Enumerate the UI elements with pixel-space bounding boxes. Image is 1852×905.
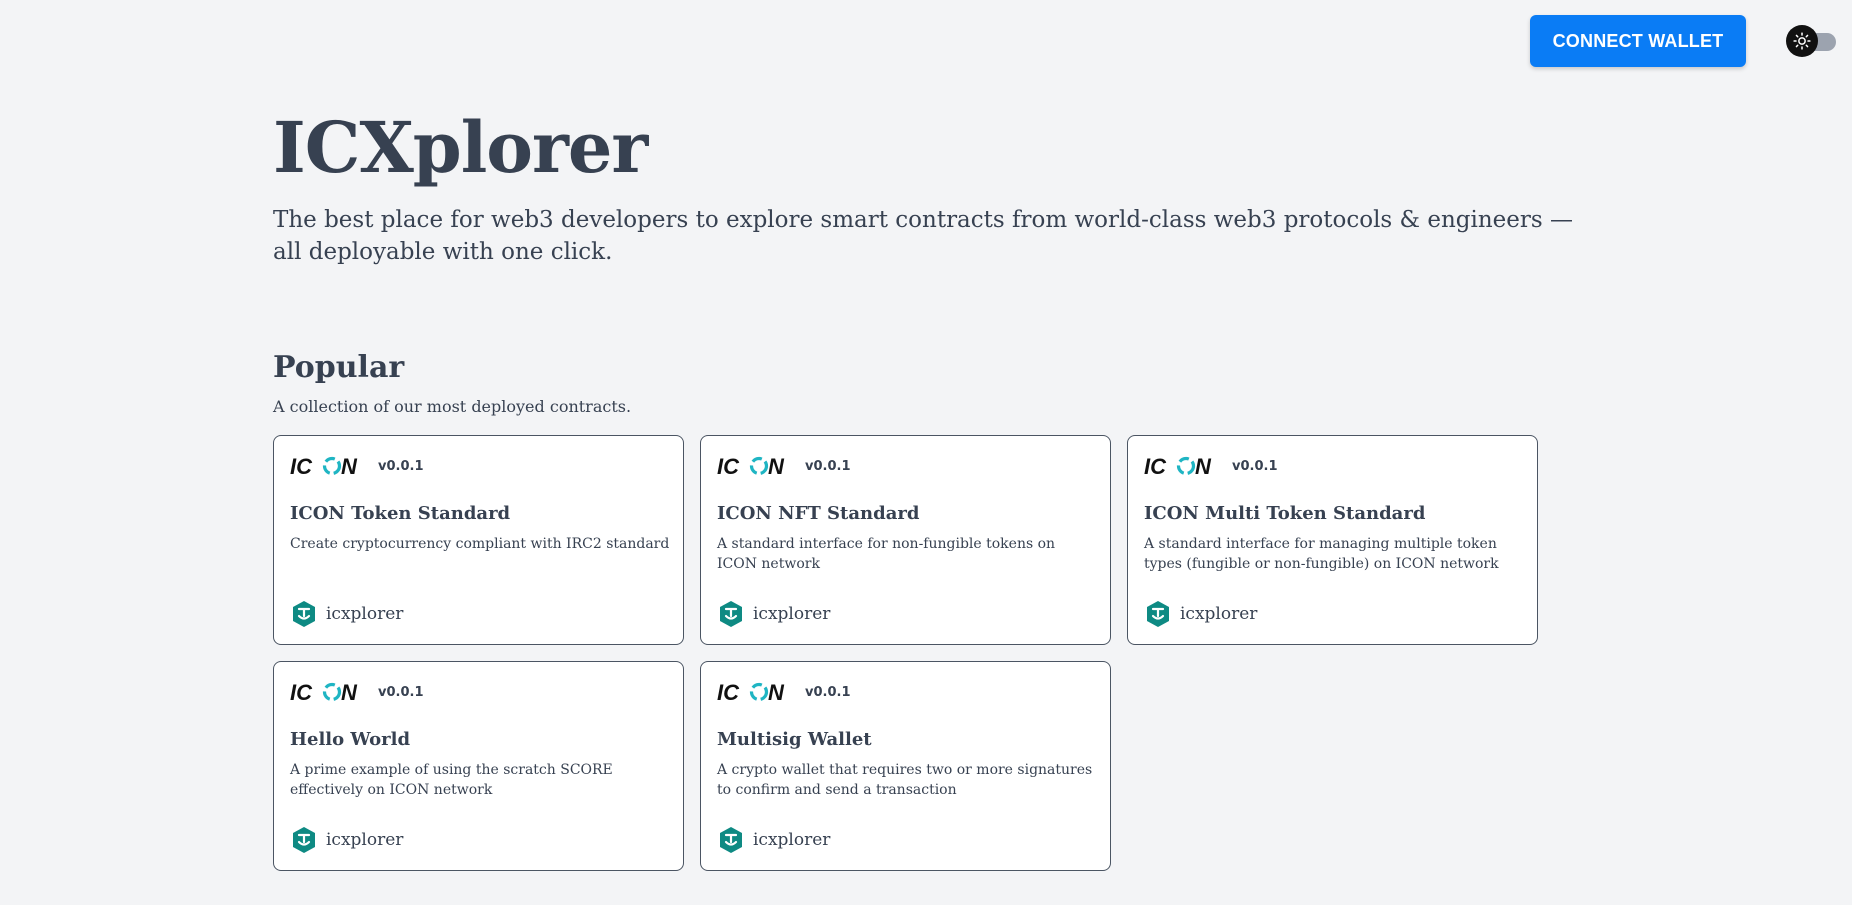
card-title: Multisig Wallet (717, 729, 872, 750)
sun-icon (1793, 32, 1811, 50)
author-name: icxplorer (753, 604, 831, 624)
contract-card-grid: IC N v0.0.1 ICON Token Standard Create c… (273, 435, 1543, 871)
page-title: ICXplorer (273, 106, 648, 189)
theme-toggle-knob (1786, 25, 1818, 57)
card-title: Hello World (290, 729, 411, 750)
author-name: icxplorer (326, 830, 404, 850)
card-description: A standard interface for managing multip… (1144, 536, 1499, 572)
contract-card[interactable]: IC N v0.0.1 ICON Token Standard Create c… (273, 435, 684, 645)
card-title: ICON Token Standard (290, 503, 511, 524)
section-subtitle-popular: A collection of our most deployed contra… (273, 397, 632, 416)
icon-network-logo: IC N (290, 454, 358, 478)
svg-text:N: N (341, 680, 358, 704)
top-bar: CONNECT WALLET (0, 0, 1852, 80)
version-badge: v0.0.1 (1232, 458, 1278, 474)
icon-network-logo: IC N (1144, 454, 1212, 478)
author-name: icxplorer (326, 604, 404, 624)
contract-card[interactable]: IC N v0.0.1 Hello World A prime example … (273, 661, 684, 871)
card-author: icxplorer (1144, 600, 1257, 628)
svg-text:N: N (768, 454, 785, 478)
svg-text:N: N (768, 680, 785, 704)
icon-network-logo: IC N (290, 680, 358, 704)
svg-text:IC: IC (717, 454, 740, 478)
icxplorer-avatar-icon (720, 601, 742, 627)
card-author: icxplorer (290, 600, 403, 628)
version-badge: v0.0.1 (805, 458, 851, 474)
svg-text:IC: IC (1144, 454, 1167, 478)
card-author: icxplorer (717, 600, 830, 628)
contract-card[interactable]: IC N v0.0.1 ICON NFT Standard A standard… (700, 435, 1111, 645)
version-badge: v0.0.1 (805, 684, 851, 700)
svg-text:N: N (341, 454, 358, 478)
theme-toggle[interactable] (1786, 25, 1836, 57)
main-content: ICXplorer The best place for web3 develo… (273, 100, 1573, 871)
card-header: IC N v0.0.1 (1144, 452, 1521, 480)
card-header: IC N v0.0.1 (290, 678, 667, 706)
connect-wallet-button[interactable]: CONNECT WALLET (1530, 15, 1746, 67)
card-description: A crypto wallet that requires two or mor… (717, 762, 1093, 798)
contract-card[interactable]: IC N v0.0.1 ICON Multi Token Standard A … (1127, 435, 1538, 645)
card-author: icxplorer (717, 826, 830, 854)
section-title-popular: Popular (273, 350, 405, 385)
svg-text:IC: IC (717, 680, 740, 704)
svg-text:N: N (1195, 454, 1212, 478)
icon-network-logo: IC N (717, 454, 785, 478)
svg-text:IC: IC (290, 680, 313, 704)
card-title: ICON NFT Standard (717, 503, 920, 524)
card-header: IC N v0.0.1 (717, 452, 1094, 480)
icxplorer-avatar-icon (293, 601, 315, 627)
icxplorer-avatar-icon (1147, 601, 1169, 627)
card-author: icxplorer (290, 826, 403, 854)
card-description: A prime example of using the scratch SCO… (290, 762, 613, 798)
card-description: A standard interface for non-fungible to… (717, 536, 1056, 572)
version-badge: v0.0.1 (378, 684, 424, 700)
version-badge: v0.0.1 (378, 458, 424, 474)
card-header: IC N v0.0.1 (717, 678, 1094, 706)
hero-tagline: The best place for web3 developers to ex… (273, 207, 1573, 265)
icxplorer-avatar-icon (293, 827, 315, 853)
card-title: ICON Multi Token Standard (1144, 503, 1426, 524)
icxplorer-avatar-icon (720, 827, 742, 853)
card-description: Create cryptocurrency compliant with IRC… (290, 536, 670, 552)
author-name: icxplorer (1180, 604, 1258, 624)
svg-text:IC: IC (290, 454, 313, 478)
author-name: icxplorer (753, 830, 831, 850)
icon-network-logo: IC N (717, 680, 785, 704)
card-header: IC N v0.0.1 (290, 452, 667, 480)
contract-card[interactable]: IC N v0.0.1 Multisig Wallet A crypto wal… (700, 661, 1111, 871)
